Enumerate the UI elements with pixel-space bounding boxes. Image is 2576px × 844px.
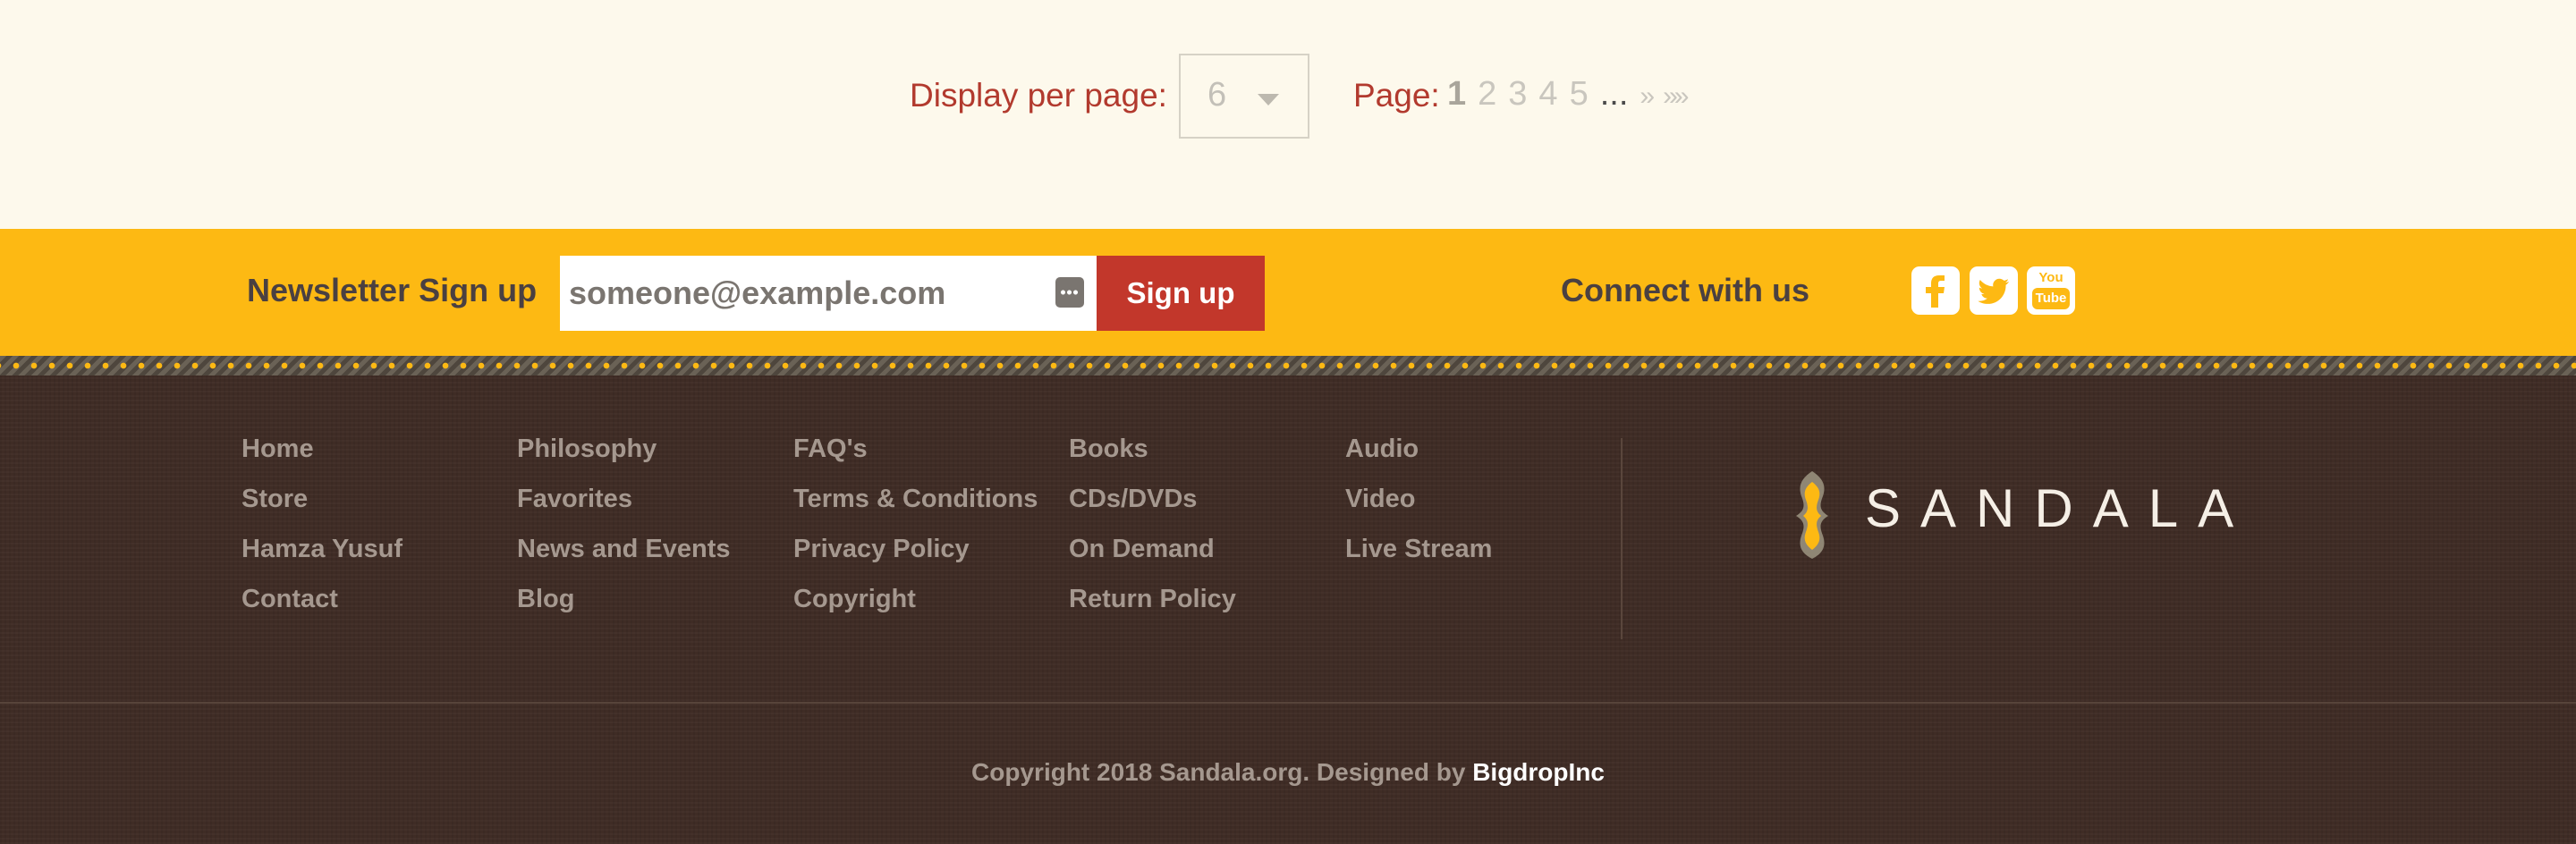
footer-link-home[interactable]: Home — [242, 435, 314, 463]
page-label: Page: — [1353, 77, 1440, 114]
password-manager-icon[interactable] — [1055, 277, 1084, 308]
youtube-icon[interactable]: You Tube — [2027, 266, 2075, 315]
per-page-value: 6 — [1208, 76, 1227, 114]
last-page-icon[interactable]: »» — [1663, 81, 1689, 112]
page-ellipsis: ... — [1599, 75, 1629, 113]
footer-link-audio[interactable]: Audio — [1345, 435, 1419, 463]
footer-link-contact[interactable]: Contact — [242, 585, 338, 613]
page-link-5[interactable]: 5 — [1570, 75, 1589, 114]
footer-link-hamza-yusuf[interactable]: Hamza Yusuf — [242, 535, 402, 563]
footer-link-terms[interactable]: Terms & Conditions — [793, 485, 1038, 513]
footer-column-5: Audio Video Live Stream — [1345, 435, 1492, 585]
newsletter-title: Newsletter Sign up — [247, 272, 538, 308]
footer-link-privacy[interactable]: Privacy Policy — [793, 535, 970, 563]
page-link-2[interactable]: 2 — [1478, 75, 1496, 114]
signup-button[interactable]: Sign up — [1097, 256, 1265, 331]
footer-link-philosophy[interactable]: Philosophy — [517, 435, 657, 463]
footer-link-news-events[interactable]: News and Events — [517, 535, 731, 563]
page-link-4[interactable]: 4 — [1538, 75, 1557, 114]
footer-link-on-demand[interactable]: On Demand — [1069, 535, 1215, 563]
copyright-line: Copyright 2018 Sandala.org. Designed by … — [0, 758, 2576, 787]
per-page-select[interactable]: 6 — [1179, 54, 1309, 139]
copyright-text: Copyright 2018 Sandala.org. Designed by — [971, 758, 1473, 786]
footer-column-3: FAQ's Terms & Conditions Privacy Policy … — [793, 435, 1038, 635]
facebook-icon[interactable] — [1911, 266, 1960, 315]
sandala-logo-text[interactable]: SANDALA — [1865, 477, 2253, 539]
footer-link-books[interactable]: Books — [1069, 435, 1148, 463]
page-link-3[interactable]: 3 — [1508, 75, 1527, 114]
footer-column-4: Books CDs/DVDs On Demand Return Policy — [1069, 435, 1236, 635]
footer-divider-horizontal — [0, 702, 2576, 704]
chevron-down-icon — [1258, 94, 1279, 106]
designer-link[interactable]: BigdropInc — [1472, 758, 1605, 786]
decorative-trim — [0, 356, 2576, 376]
site-footer: Home Store Hamza Yusuf Contact Philosoph… — [0, 376, 2576, 844]
page-links: 1 2 3 4 5 ... » »» — [1447, 75, 1690, 114]
footer-link-return-policy[interactable]: Return Policy — [1069, 585, 1236, 613]
twitter-icon[interactable] — [1970, 266, 2018, 315]
youtube-bottom-text: Tube — [2035, 291, 2067, 306]
footer-link-live-stream[interactable]: Live Stream — [1345, 535, 1492, 563]
footer-link-copyright[interactable]: Copyright — [793, 585, 916, 613]
pagination-bar: Display per page: 6 Page: 1 2 3 4 5 ... … — [0, 0, 2576, 229]
footer-column-1: Home Store Hamza Yusuf Contact — [242, 435, 402, 635]
next-page-icon[interactable]: » — [1640, 81, 1655, 112]
newsletter-bar: Newsletter Sign up Sign up Connect with … — [0, 229, 2576, 356]
per-page-label: Display per page: — [910, 77, 1167, 114]
footer-column-2: Philosophy Favorites News and Events Blo… — [517, 435, 731, 635]
connect-title: Connect with us — [1561, 272, 1809, 308]
footer-link-video[interactable]: Video — [1345, 485, 1415, 513]
email-input[interactable] — [560, 256, 1097, 331]
footer-link-cds-dvds[interactable]: CDs/DVDs — [1069, 485, 1197, 513]
footer-link-faqs[interactable]: FAQ's — [793, 435, 868, 463]
footer-divider-vertical — [1621, 438, 1623, 639]
footer-link-favorites[interactable]: Favorites — [517, 485, 632, 513]
sandala-logo-icon[interactable] — [1787, 469, 1837, 561]
footer-link-store[interactable]: Store — [242, 485, 308, 513]
footer-link-blog[interactable]: Blog — [517, 585, 574, 613]
page-link-1[interactable]: 1 — [1447, 75, 1466, 114]
